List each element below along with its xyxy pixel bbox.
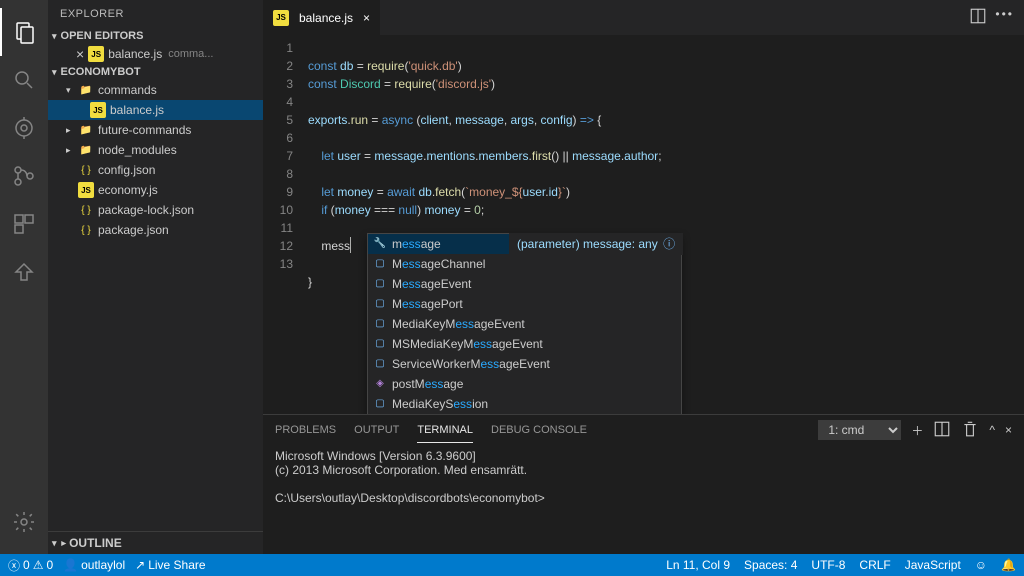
tree-item[interactable]: ▸📁node_modules [48,140,263,160]
search-icon[interactable] [0,56,48,104]
status-bar: ⓧ 0 ⚠ 0 👤 outlaylol ↗ Live Share Ln 11, … [0,554,1024,576]
js-icon: JS [88,46,104,62]
more-icon[interactable]: ••• [995,7,1014,28]
maximize-icon[interactable]: ^ [989,423,995,437]
status-feedback-icon[interactable]: ☺ [975,558,987,572]
autocomplete-item[interactable]: ▢MediaKeyMessageEvent [368,314,681,334]
tab-bar: JS balance.js × ••• [263,0,1024,35]
autocomplete-item[interactable]: ▢ServiceWorkerMessageEvent [368,354,681,374]
panel-tab-problems[interactable]: PROBLEMS [275,418,336,442]
tree-item[interactable]: ▾📁commands [48,80,263,100]
autocomplete-item[interactable]: ◈postMessage [368,374,681,394]
source-control-icon[interactable] [0,104,48,152]
extensions-icon[interactable] [0,200,48,248]
status-encoding[interactable]: UTF-8 [811,558,845,572]
autocomplete-item[interactable]: ▢MessagePort [368,294,681,314]
status-errors[interactable]: ⓧ 0 ⚠ 0 [8,557,53,574]
new-terminal-icon[interactable]: ＋ [911,422,923,439]
autocomplete-item[interactable]: ▢MediaKeySession [368,394,681,414]
autocomplete-popup[interactable]: 🔧message▢MessageChannel▢MessageEvent▢Mes… [367,233,682,414]
autocomplete-item[interactable]: ▢MessageEvent [368,274,681,294]
activity-bar [0,0,48,554]
minimap[interactable] [969,35,1024,414]
close-icon[interactable]: × [76,46,84,62]
status-user[interactable]: 👤 outlaylol [63,558,125,572]
code-editor[interactable]: 12345678910111213 const db = require('qu… [263,35,1024,414]
tree-item[interactable]: ▸📁future-commands [48,120,263,140]
status-position[interactable]: Ln 11, Col 9 [666,558,730,572]
tab-close-icon[interactable]: × [363,11,370,25]
status-eol[interactable]: CRLF [859,558,890,572]
js-icon: JS [273,10,289,26]
tab-balance[interactable]: JS balance.js × [263,0,380,35]
status-liveshare[interactable]: ↗ Live Share [135,558,205,572]
autocomplete-item[interactable]: ▢MessageChannel [368,254,681,274]
autocomplete-detail: (parameter) message: any ⓘ [509,233,683,255]
open-editor-item[interactable]: × JS balance.js comma... [48,44,263,64]
trash-icon[interactable] [961,420,979,441]
tree-item[interactable]: { }config.json [48,160,263,180]
status-language[interactable]: JavaScript [905,558,961,572]
autocomplete-item[interactable]: ▢MSMediaKeyMessageEvent [368,334,681,354]
file-tree: ▾📁commands JSbalance.js ▸📁future-command… [48,80,263,240]
settings-icon[interactable] [0,498,48,546]
editor-area: JS balance.js × ••• 12345678910111213 co… [263,0,1024,554]
workspace-header[interactable]: ECONOMYBOT [48,64,263,80]
status-spaces[interactable]: Spaces: 4 [744,558,797,572]
live-share-icon[interactable] [0,248,48,296]
outline-header[interactable]: ▾ OUTLINE [48,532,263,554]
close-panel-icon[interactable]: × [1005,423,1012,437]
split-editor-icon[interactable] [969,7,987,28]
tree-item[interactable]: JSbalance.js [48,100,263,120]
status-bell-icon[interactable]: 🔔 [1001,558,1016,572]
terminal-select[interactable]: 1: cmd [818,420,901,440]
panel-tab-debug-console[interactable]: DEBUG CONSOLE [491,418,587,442]
terminal-content[interactable]: Microsoft Windows [Version 6.3.9600] (c)… [263,445,1024,554]
open-editors-header[interactable]: OPEN EDITORS [48,28,263,44]
debug-icon[interactable] [0,152,48,200]
terminal-panel: PROBLEMS OUTPUT TERMINAL DEBUG CONSOLE 1: c… [263,414,1024,554]
sidebar-title: EXPLORER [48,0,263,28]
explorer-icon[interactable] [0,8,48,56]
tree-item[interactable]: { }package-lock.json [48,200,263,220]
tree-item[interactable]: JSeconomy.js [48,180,263,200]
split-terminal-icon[interactable] [933,420,951,441]
sidebar: EXPLORER OPEN EDITORS × JS balance.js co… [48,0,263,554]
panel-tab-terminal[interactable]: TERMINAL [417,418,473,443]
tree-item[interactable]: { }package.json [48,220,263,240]
panel-tab-output[interactable]: OUTPUT [354,418,399,442]
